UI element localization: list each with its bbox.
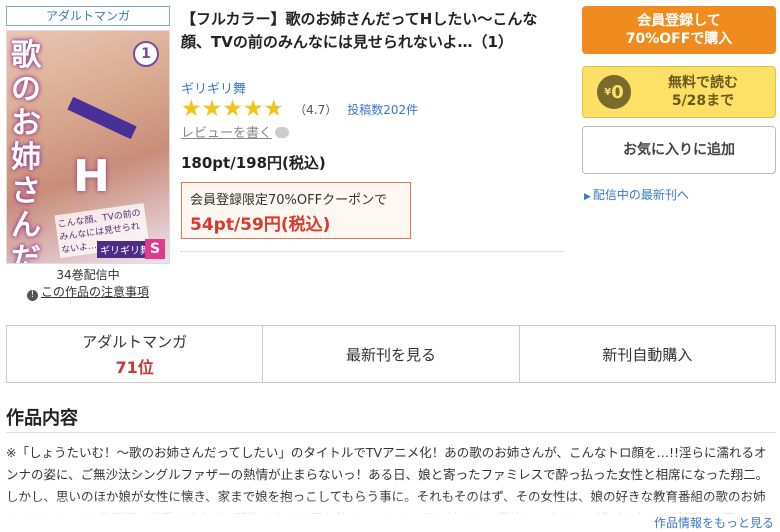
cover-volume-badge: 1 — [133, 41, 159, 67]
volumes-count: 34巻配信中 — [56, 268, 120, 282]
star-rating: ★ ★ ★ ★ ★ — [181, 96, 285, 122]
author-link[interactable]: ギリギリ舞 — [181, 78, 246, 97]
ranking-label: アダルトマンガ — [82, 332, 188, 351]
product-title: 【フルカラー】歌のお姉さんだってHしたい〜こんな顔、TVの前のみんなには見せられ… — [181, 10, 538, 51]
latest-volume-label[interactable]: 配信中の最新刊へ — [593, 188, 689, 202]
yen-zero-icon: ¥0 — [597, 75, 631, 109]
latest-volume-link[interactable]: ▶ 配信中の最新刊へ — [584, 186, 689, 203]
coupon-price: 54pt/59円(税込) — [190, 215, 331, 235]
cover-art-scarf — [67, 96, 137, 140]
section-heading: 作品内容 — [6, 408, 78, 429]
register-line1: 会員登録して — [637, 13, 721, 29]
star-icon: ★ — [222, 96, 243, 122]
rating-row: ★ ★ ★ ★ ★ （4.7） 投稿数202件 — [181, 96, 418, 122]
cover-image[interactable]: 歌のお姉さんだってHしたい 1 H こんな顔、TVの前のみんなには見せられないよ… — [6, 30, 170, 264]
category-tag[interactable]: アダルトマンガ — [6, 6, 170, 26]
divider — [181, 251, 563, 252]
star-icon: ★ — [201, 96, 223, 122]
star-icon: ★ — [181, 96, 202, 122]
coupon-label: 会員登録限定70%OFFクーポンで — [190, 193, 388, 208]
star-icon: ★ — [263, 96, 285, 122]
free-read-button[interactable]: ¥0 無料で読む 5/28まで — [582, 66, 776, 118]
synopsis-fade — [6, 496, 776, 516]
cover-title-art: 歌のお姉さんだってHしたい — [11, 38, 41, 264]
price: 180pt/198円(税込) — [181, 154, 326, 172]
publisher-logo: S — [145, 239, 165, 259]
register-line2: 70%OFFで購入 — [625, 31, 733, 47]
review-count-link[interactable]: 投稿数202件 — [347, 101, 418, 118]
tab-ranking[interactable]: アダルトマンガ 71位 — [7, 326, 264, 382]
cover-h-art: H — [73, 151, 110, 202]
write-review-link[interactable]: レビューを書く — [181, 122, 290, 141]
register-purchase-button[interactable]: 会員登録して 70%OFFで購入 — [582, 6, 776, 54]
caution-label[interactable]: この作品の注意事項 — [41, 285, 149, 299]
comment-icon — [275, 127, 290, 138]
star-icon: ★ — [242, 96, 264, 122]
caution-link[interactable]: ! この作品の注意事項 — [6, 283, 170, 301]
info-icon: ! — [26, 290, 38, 301]
coupon-box: 会員登録限定70%OFFクーポンで 54pt/59円(税込) — [181, 182, 411, 239]
rating-value: （4.7） — [294, 102, 338, 117]
free-read-label: 無料で読む 5/28まで — [668, 75, 738, 109]
section-divider — [6, 432, 776, 433]
action-tabs: アダルトマンガ 71位 最新刊を見る 新刊自動購入 — [6, 325, 776, 383]
more-info-link[interactable]: 作品情報をもっと見る — [654, 514, 774, 531]
tab-latest[interactable]: 最新刊を見る — [263, 326, 520, 382]
add-favorite-button[interactable]: お気に入りに追加 — [582, 126, 776, 174]
tab-auto-purchase[interactable]: 新刊自動購入 — [520, 326, 775, 382]
triangle-right-icon: ▶ — [584, 192, 591, 202]
ranking-value: 71位 — [115, 357, 154, 377]
write-review-label[interactable]: レビューを書く — [181, 126, 272, 141]
